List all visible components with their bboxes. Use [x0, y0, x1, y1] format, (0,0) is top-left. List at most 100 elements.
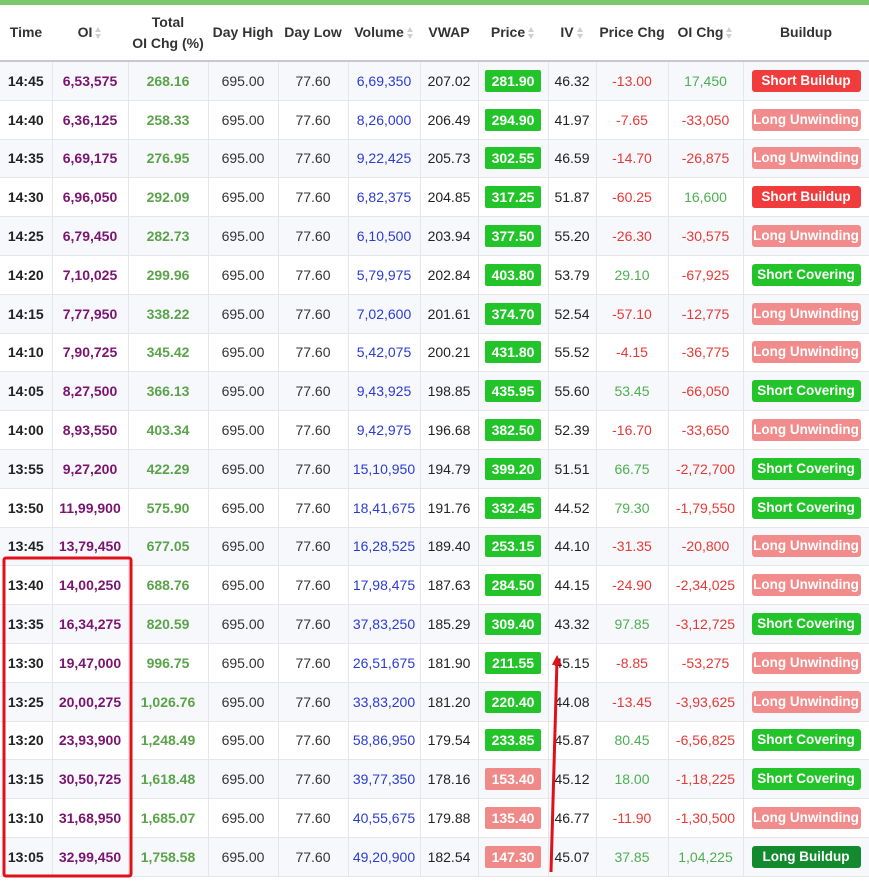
- header-iv[interactable]: IV: [548, 5, 596, 62]
- cell-oi-chg: -26,875: [668, 139, 744, 179]
- cell-oi: 19,47,000: [52, 643, 129, 683]
- cell-oi-chg: -36,775: [668, 333, 744, 373]
- cell-iv: 44.15: [548, 565, 597, 606]
- header-price-chg[interactable]: Price Chg: [596, 5, 668, 62]
- cell-day-high: 695.00: [208, 371, 279, 412]
- header-buildup[interactable]: Buildup: [743, 5, 869, 62]
- cell-oi: 23,93,900: [52, 721, 129, 761]
- cell-oi-chg: -12,775: [668, 294, 744, 334]
- cell-time: 13:15: [0, 759, 53, 800]
- header-total-oi-chg[interactable]: Total OI Chg (%): [128, 5, 208, 62]
- table-row: 13:20 23,93,900 1,248.49 695.00 77.60 58,86,9…: [0, 721, 869, 761]
- cell-day-high: 695.00: [208, 255, 279, 295]
- price-box: 211.55: [485, 651, 541, 674]
- cell-total-oi-chg: 1,248.49: [128, 721, 209, 761]
- header-day-low[interactable]: Day Low: [278, 5, 348, 62]
- cell-buildup: Short Buildup: [743, 61, 869, 101]
- cell-price-chg: -11.90: [596, 798, 669, 838]
- cell-day-high: 695.00: [208, 139, 279, 179]
- cell-buildup: Long Unwinding: [743, 527, 869, 567]
- cell-total-oi-chg: 1,758.58: [128, 837, 209, 877]
- cell-time: 13:35: [0, 604, 53, 644]
- cell-buildup: Short Covering: [743, 371, 869, 412]
- table-row: 14:00 8,93,550 403.34 695.00 77.60 9,42,975 19…: [0, 410, 869, 450]
- cell-day-high: 695.00: [208, 759, 279, 800]
- cell-price-chg: 18.00: [596, 759, 669, 800]
- cell-iv: 41.97: [548, 100, 597, 140]
- buildup-badge: Short Covering: [751, 768, 861, 791]
- cell-buildup: Long Unwinding: [743, 216, 869, 256]
- cell-price-chg: 29.10: [596, 255, 669, 295]
- cell-iv: 46.32: [548, 61, 597, 101]
- cell-total-oi-chg: 996.75: [128, 643, 209, 683]
- cell-day-high: 695.00: [208, 100, 279, 140]
- table-row: 13:45 13,79,450 677.05 695.00 77.60 16,28,525…: [0, 527, 869, 567]
- cell-iv: 44.10: [548, 527, 597, 567]
- cell-price-chg: -24.90: [596, 565, 669, 606]
- cell-buildup: Short Covering: [743, 255, 869, 295]
- cell-oi-chg: -33,650: [668, 410, 744, 450]
- cell-price-chg: -26.30: [596, 216, 669, 256]
- cell-day-low: 77.60: [278, 410, 349, 450]
- header-day-high[interactable]: Day High: [208, 5, 278, 62]
- table-row: 14:15 7,77,950 338.22 695.00 77.60 7,02,600 20…: [0, 294, 869, 334]
- cell-day-high: 695.00: [208, 527, 279, 567]
- cell-buildup: Long Buildup: [743, 837, 869, 877]
- price-box: 294.90: [485, 108, 541, 131]
- cell-price: 153.40: [478, 759, 549, 800]
- cell-price-chg: 79.30: [596, 488, 669, 528]
- cell-time: 14:30: [0, 177, 53, 218]
- cell-buildup: Short Covering: [743, 449, 869, 489]
- header-time[interactable]: Time: [0, 5, 52, 62]
- header-oi[interactable]: OI: [52, 5, 128, 62]
- cell-volume: 16,28,525: [348, 527, 421, 567]
- header-vwap[interactable]: VWAP: [420, 5, 478, 62]
- cell-total-oi-chg: 575.90: [128, 488, 209, 528]
- cell-volume: 6,82,375: [348, 177, 421, 218]
- buildup-badge: Long Unwinding: [751, 690, 861, 713]
- table-row: 13:40 14,00,250 688.76 695.00 77.60 17,98,475…: [0, 565, 869, 606]
- buildup-badge: Long Unwinding: [751, 302, 861, 325]
- cell-time: 13:25: [0, 682, 53, 722]
- cell-buildup: Long Unwinding: [743, 682, 869, 722]
- table-row: 14:40 6,36,125 258.33 695.00 77.60 8,26,000 20…: [0, 100, 869, 140]
- cell-oi-chg: -33,050: [668, 100, 744, 140]
- cell-total-oi-chg: 282.73: [128, 216, 209, 256]
- cell-price-chg: 97.85: [596, 604, 669, 644]
- cell-total-oi-chg: 1,618.48: [128, 759, 209, 800]
- table-row: 13:25 20,00,275 1,026.76 695.00 77.60 33,83,2…: [0, 682, 869, 722]
- cell-price-chg: 66.75: [596, 449, 669, 489]
- cell-price: 284.50: [478, 565, 549, 606]
- sort-arrows-icon: [406, 27, 414, 40]
- cell-iv: 55.60: [548, 371, 597, 412]
- buildup-badge: Long Unwinding: [751, 341, 861, 364]
- cell-price: 435.95: [478, 371, 549, 412]
- cell-volume: 40,55,675: [348, 798, 421, 838]
- cell-price: 309.40: [478, 604, 549, 644]
- cell-iv: 45.15: [548, 643, 597, 683]
- cell-volume: 8,26,000: [348, 100, 421, 140]
- cell-price: 233.85: [478, 721, 549, 761]
- cell-oi: 11,99,900: [52, 488, 129, 528]
- header-price[interactable]: Price: [478, 5, 548, 62]
- cell-oi: 32,99,450: [52, 837, 129, 877]
- cell-price: 382.50: [478, 410, 549, 450]
- cell-volume: 37,83,250: [348, 604, 421, 644]
- cell-total-oi-chg: 268.16: [128, 61, 209, 101]
- cell-vwap: 196.68: [420, 410, 479, 450]
- cell-price-chg: 80.45: [596, 721, 669, 761]
- cell-buildup: Long Unwinding: [743, 798, 869, 838]
- cell-price: 302.55: [478, 139, 549, 179]
- cell-buildup: Long Unwinding: [743, 100, 869, 140]
- cell-day-low: 77.60: [278, 721, 349, 761]
- cell-volume: 9,22,425: [348, 139, 421, 179]
- cell-oi-chg: -66,050: [668, 371, 744, 412]
- cell-buildup: Long Unwinding: [743, 333, 869, 373]
- cell-price: 253.15: [478, 527, 549, 567]
- cell-price: 377.50: [478, 216, 549, 256]
- header-oi-chg[interactable]: OI Chg: [668, 5, 743, 62]
- buildup-badge: Long Unwinding: [751, 807, 861, 830]
- header-volume[interactable]: Volume: [348, 5, 420, 62]
- cell-day-high: 695.00: [208, 294, 279, 334]
- buildup-badge: Long Unwinding: [751, 651, 861, 674]
